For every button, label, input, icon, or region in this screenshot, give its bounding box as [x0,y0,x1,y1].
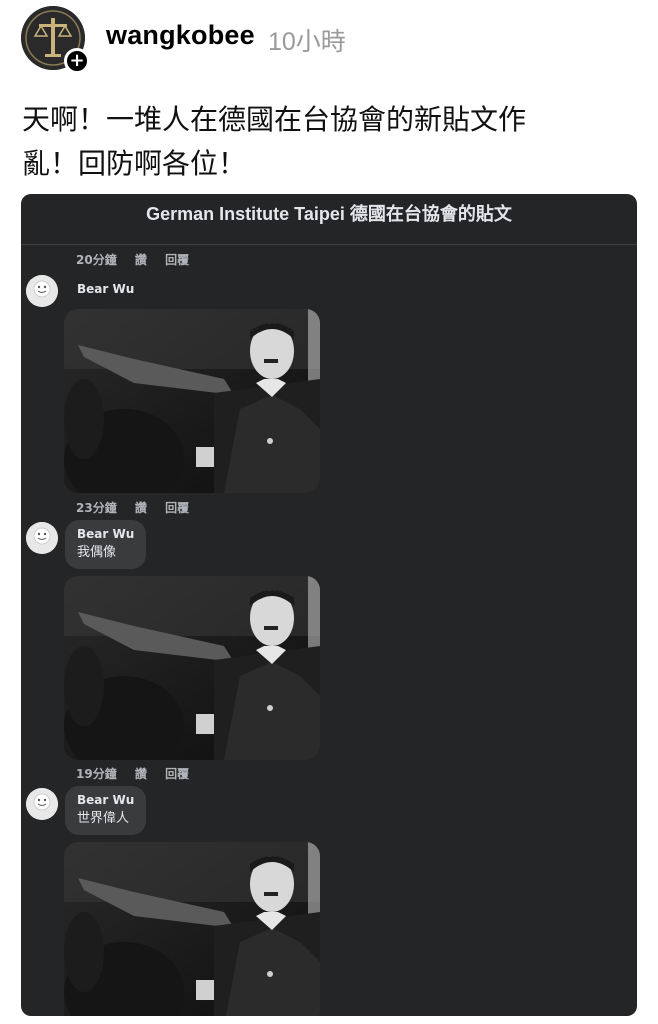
default-avatar-icon [26,522,58,554]
comment-meta: 23分鐘 讚 回覆 [76,499,203,516]
comment-bubble[interactable]: Bear Wu 我偶像 [65,520,147,569]
reply-link[interactable]: 回覆 [165,501,189,515]
photo-illustration [64,576,320,760]
comment-bubble[interactable]: Bear Wu 世界偉人 [65,786,147,835]
comment-time: 23分鐘 [76,501,117,515]
commenter-name[interactable]: Bear Wu [77,792,134,809]
commenter-name[interactable]: Bear Wu [77,282,134,296]
like-link[interactable]: 讚 [135,767,147,781]
comment-text: 我偶像 [77,545,117,560]
comment-image[interactable] [64,842,320,1016]
post-timestamp: 10小時 [268,28,346,56]
comment-meta: 19分鐘 讚 回覆 [76,765,203,782]
divider [21,244,637,245]
post-text-line: 亂！回防啊各位！ [22,147,247,180]
reply-link[interactable]: 回覆 [165,767,189,781]
like-link[interactable]: 讚 [135,501,147,515]
post-text-line: 天啊！一堆人在德國在台協會的新貼文作 [22,103,527,136]
photo-illustration [64,842,320,1016]
comment-image[interactable] [64,309,320,493]
photo-illustration [64,309,320,493]
comment-image[interactable] [64,576,320,760]
post-text: 天啊！一堆人在德國在台協會的新貼文作 亂！回防啊各位！ [22,98,582,186]
comment-text: 世界偉人 [77,811,130,826]
comment-meta: 20分鐘 讚 回覆 [76,251,203,268]
post-header: + wangkobee 10小時 [0,0,658,80]
commenter-avatar[interactable] [26,788,58,820]
username[interactable]: wangkobee [106,20,255,51]
embedded-screenshot[interactable]: German Institute Taipei 德國在台協會的貼文 20分鐘 讚… [21,194,637,1016]
default-avatar-icon [26,788,58,820]
commenter-avatar[interactable] [26,275,58,307]
like-link[interactable]: 讚 [135,253,147,267]
plus-icon[interactable]: + [64,48,90,74]
default-avatar-icon [26,275,58,307]
comment-time: 20分鐘 [76,253,117,267]
commenter-avatar[interactable] [26,522,58,554]
reply-link[interactable]: 回覆 [165,253,189,267]
screenshot-title: German Institute Taipei 德國在台協會的貼文 [146,204,512,224]
comment-time: 19分鐘 [76,767,117,781]
commenter-name[interactable]: Bear Wu [77,526,134,543]
